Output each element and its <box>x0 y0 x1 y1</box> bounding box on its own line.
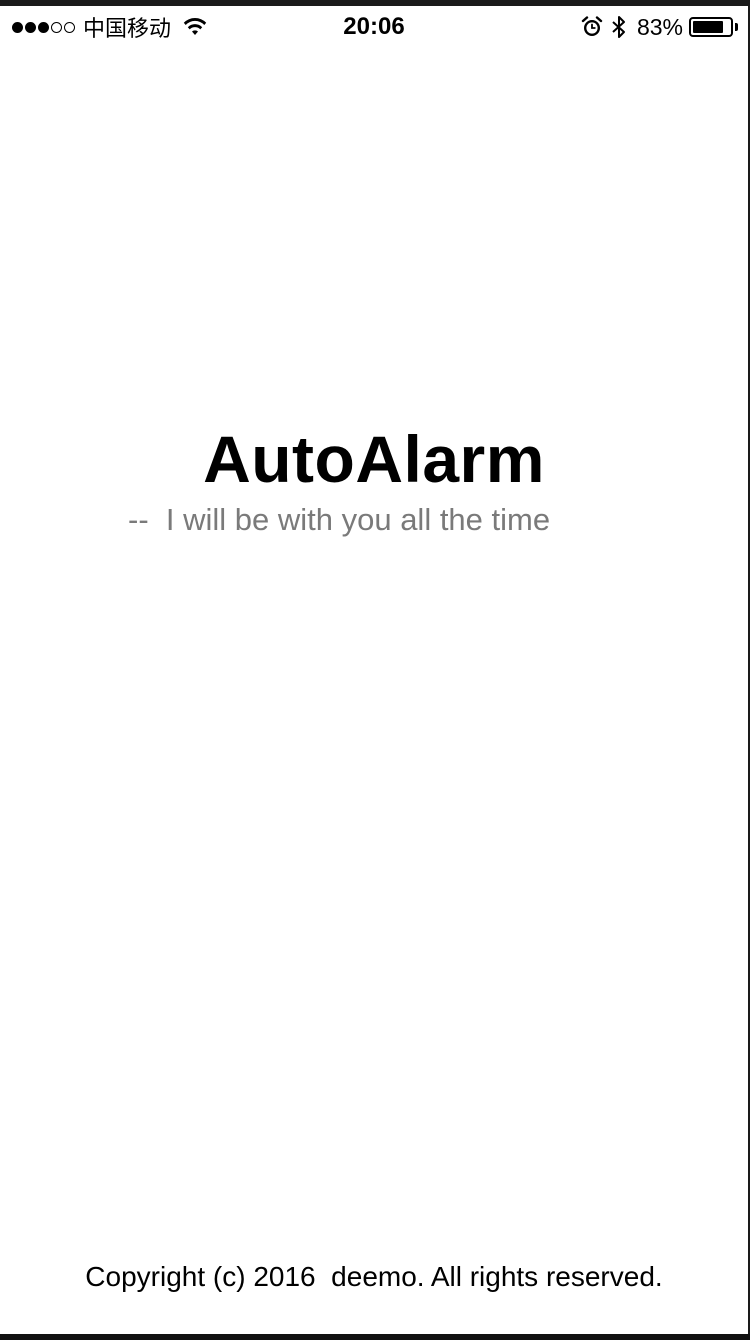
battery-fill <box>693 21 723 33</box>
app-title: AutoAlarm <box>203 422 545 496</box>
app-tagline: -- I will be with you all the time <box>128 502 551 537</box>
battery-percent: 83% <box>636 13 683 40</box>
battery-nub <box>735 23 738 31</box>
battery-icon <box>689 17 733 37</box>
alarm-clock-icon <box>581 16 603 36</box>
splash-screen: 中国移动 20:06 83% AutoAlarm -- I will be wi… <box>0 6 748 1334</box>
bluetooth-icon <box>612 16 625 38</box>
status-bar-right: 83% <box>581 14 738 40</box>
status-bar: 中国移动 20:06 83% <box>0 6 748 46</box>
copyright-notice: Copyright (c) 2016 deemo. All rights res… <box>85 1261 663 1292</box>
